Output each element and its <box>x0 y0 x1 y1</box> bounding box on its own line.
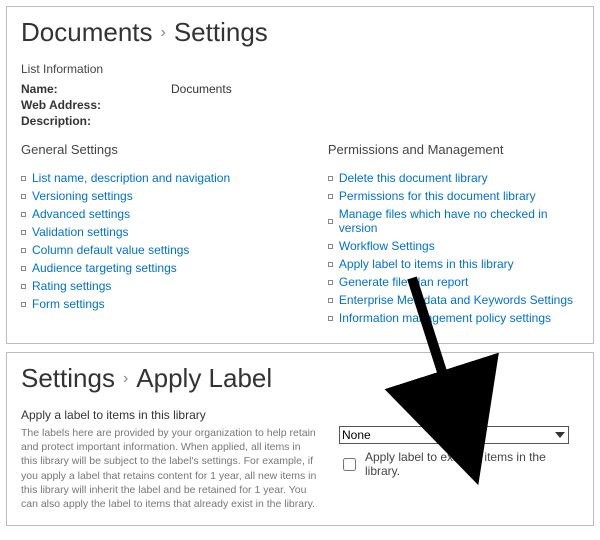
bullet-icon <box>328 176 333 181</box>
list-item: Apply label to items in this library <box>328 257 579 271</box>
list-information-heading: List Information <box>21 62 579 76</box>
bullet-icon <box>328 298 333 303</box>
documents-settings-panel: Documents › Settings List Information Na… <box>6 6 594 344</box>
perm-link-0[interactable]: Delete this document library <box>339 171 488 185</box>
info-row-name: Name: Documents <box>21 82 579 96</box>
general-link-6[interactable]: Rating settings <box>32 279 111 293</box>
info-label-name: Name: <box>21 82 171 96</box>
bullet-icon <box>21 266 26 271</box>
bullet-icon <box>328 280 333 285</box>
bullet-icon <box>21 302 26 307</box>
perm-link-3[interactable]: Workflow Settings <box>339 239 435 253</box>
breadcrumb-root[interactable]: Documents <box>21 17 153 48</box>
bullet-icon <box>21 212 26 217</box>
bullet-icon <box>21 230 26 235</box>
bullet-icon <box>328 316 333 321</box>
perm-link-2[interactable]: Manage files which have no checked in ve… <box>339 207 579 235</box>
list-item: Form settings <box>21 297 328 311</box>
apply-existing-label: Apply label to existing items in the lib… <box>365 450 579 478</box>
list-item: Manage files which have no checked in ve… <box>328 207 579 235</box>
general-link-1[interactable]: Versioning settings <box>32 189 133 203</box>
general-link-4[interactable]: Column default value settings <box>32 243 189 257</box>
general-link-5[interactable]: Audience targeting settings <box>32 261 177 275</box>
list-item: Validation settings <box>21 225 328 239</box>
list-item: Permissions for this document library <box>328 189 579 203</box>
general-link-2[interactable]: Advanced settings <box>32 207 130 221</box>
list-item: Audience targeting settings <box>21 261 328 275</box>
list-item: Rating settings <box>21 279 328 293</box>
permissions-heading: Permissions and Management <box>328 142 579 157</box>
general-settings-heading: General Settings <box>21 142 328 157</box>
breadcrumb-top: Documents › Settings <box>21 17 579 48</box>
bullet-icon <box>328 194 333 199</box>
label-select[interactable]: None <box>339 426 569 444</box>
apply-label-description: The labels here are provided by your org… <box>21 426 319 511</box>
info-label-web: Web Address: <box>21 98 171 112</box>
bullet-icon <box>21 194 26 199</box>
apply-label-panel: Settings › Apply Label Apply a label to … <box>6 352 594 526</box>
list-item: Versioning settings <box>21 189 328 203</box>
apply-label-heading: Apply a label to items in this library <box>21 408 319 422</box>
breadcrumb-current: Settings <box>174 17 268 48</box>
perm-link-5[interactable]: Generate file plan report <box>339 275 468 289</box>
list-item: List name, description and navigation <box>21 171 328 185</box>
list-item: Column default value settings <box>21 243 328 257</box>
list-item: Workflow Settings <box>328 239 579 253</box>
breadcrumb-root[interactable]: Settings <box>21 363 115 394</box>
general-settings-list: List name, description and navigation Ver… <box>21 171 328 311</box>
bullet-icon <box>21 176 26 181</box>
info-row-web: Web Address: <box>21 98 579 112</box>
chevron-right-icon: › <box>121 370 130 388</box>
list-item: Information management policy settings <box>328 311 579 325</box>
breadcrumb-bottom: Settings › Apply Label <box>21 363 579 394</box>
breadcrumb-current: Apply Label <box>136 363 272 394</box>
list-item: Delete this document library <box>328 171 579 185</box>
apply-existing-checkbox[interactable] <box>343 458 356 471</box>
perm-link-7[interactable]: Information management policy settings <box>339 311 551 325</box>
bullet-icon <box>328 244 333 249</box>
info-label-desc: Description: <box>21 114 171 128</box>
bullet-icon <box>328 219 333 224</box>
chevron-right-icon: › <box>159 24 168 42</box>
general-link-7[interactable]: Form settings <box>32 297 105 311</box>
bullet-icon <box>21 284 26 289</box>
info-value-name: Documents <box>171 82 232 96</box>
perm-link-1[interactable]: Permissions for this document library <box>339 189 536 203</box>
info-row-desc: Description: <box>21 114 579 128</box>
bullet-icon <box>21 248 26 253</box>
perm-link-6[interactable]: Enterprise Metadata and Keywords Setting… <box>339 293 573 307</box>
apply-existing-row[interactable]: Apply label to existing items in the lib… <box>339 450 579 478</box>
perm-link-4[interactable]: Apply label to items in this library <box>339 257 514 271</box>
bullet-icon <box>328 262 333 267</box>
general-link-0[interactable]: List name, description and navigation <box>32 171 230 185</box>
list-item: Enterprise Metadata and Keywords Setting… <box>328 293 579 307</box>
list-item: Generate file plan report <box>328 275 579 289</box>
list-item: Advanced settings <box>21 207 328 221</box>
general-link-3[interactable]: Validation settings <box>32 225 129 239</box>
permissions-list: Delete this document library Permissions … <box>328 171 579 325</box>
